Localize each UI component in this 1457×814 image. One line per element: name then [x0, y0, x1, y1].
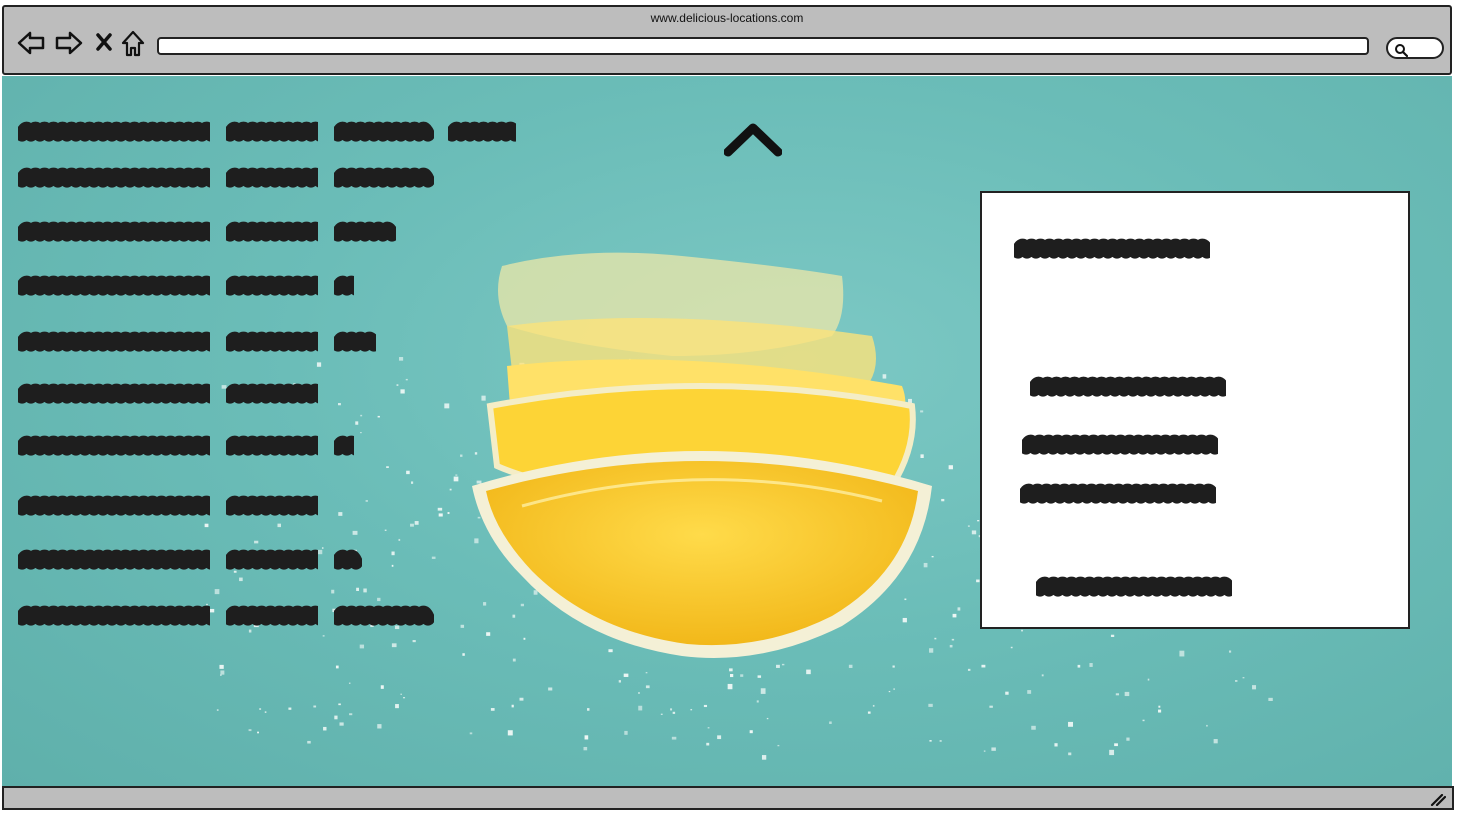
text-placeholder	[226, 605, 318, 626]
text-placeholder	[18, 167, 210, 188]
browser-toolbar: www.delicious-locations.com	[2, 5, 1452, 75]
text-placeholder	[18, 495, 210, 516]
home-icon[interactable]	[120, 29, 146, 64]
text-placeholder	[18, 275, 210, 296]
text-placeholder	[334, 167, 434, 188]
text-placeholder	[226, 121, 318, 142]
resize-grip-icon[interactable]	[1430, 793, 1447, 811]
page-url: www.delicious-locations.com	[650, 11, 804, 25]
card-text-line[interactable]	[1036, 571, 1232, 601]
back-arrow-icon[interactable]	[16, 29, 46, 62]
text-placeholder	[334, 605, 434, 626]
text-placeholder	[18, 221, 210, 242]
text-placeholder	[18, 549, 210, 570]
card-text-line[interactable]	[1014, 233, 1210, 263]
text-placeholder	[334, 331, 376, 352]
text-placeholder	[226, 549, 318, 570]
forward-arrow-icon[interactable]	[54, 29, 84, 62]
status-bar	[2, 786, 1454, 810]
text-placeholder	[226, 275, 318, 296]
text-placeholder	[334, 275, 354, 296]
text-placeholder	[226, 221, 318, 242]
text-placeholder	[334, 435, 354, 456]
text-placeholder	[18, 331, 210, 352]
text-placeholder	[226, 435, 318, 456]
text-placeholder	[334, 221, 396, 242]
info-panel	[980, 191, 1410, 629]
text-placeholder	[18, 605, 210, 626]
text-placeholder	[18, 435, 210, 456]
chevron-up-icon[interactable]	[723, 120, 783, 165]
text-placeholder	[226, 495, 318, 516]
address-bar[interactable]	[157, 37, 1369, 55]
search-button[interactable]	[1386, 37, 1444, 59]
text-placeholder	[334, 121, 434, 142]
close-icon[interactable]	[94, 29, 114, 62]
text-placeholder	[18, 383, 210, 404]
card-text-line[interactable]	[1022, 429, 1218, 459]
search-icon	[1395, 44, 1408, 57]
text-placeholder	[226, 383, 318, 404]
lemon-slices-image	[472, 252, 932, 658]
hero-image-area	[2, 76, 1452, 786]
text-placeholder	[226, 331, 318, 352]
text-placeholder	[226, 167, 318, 188]
card-text-line[interactable]	[1030, 371, 1226, 401]
text-placeholder	[334, 549, 362, 570]
text-placeholder	[18, 121, 210, 142]
card-text-line[interactable]	[1020, 478, 1216, 508]
text-placeholder	[448, 121, 516, 142]
